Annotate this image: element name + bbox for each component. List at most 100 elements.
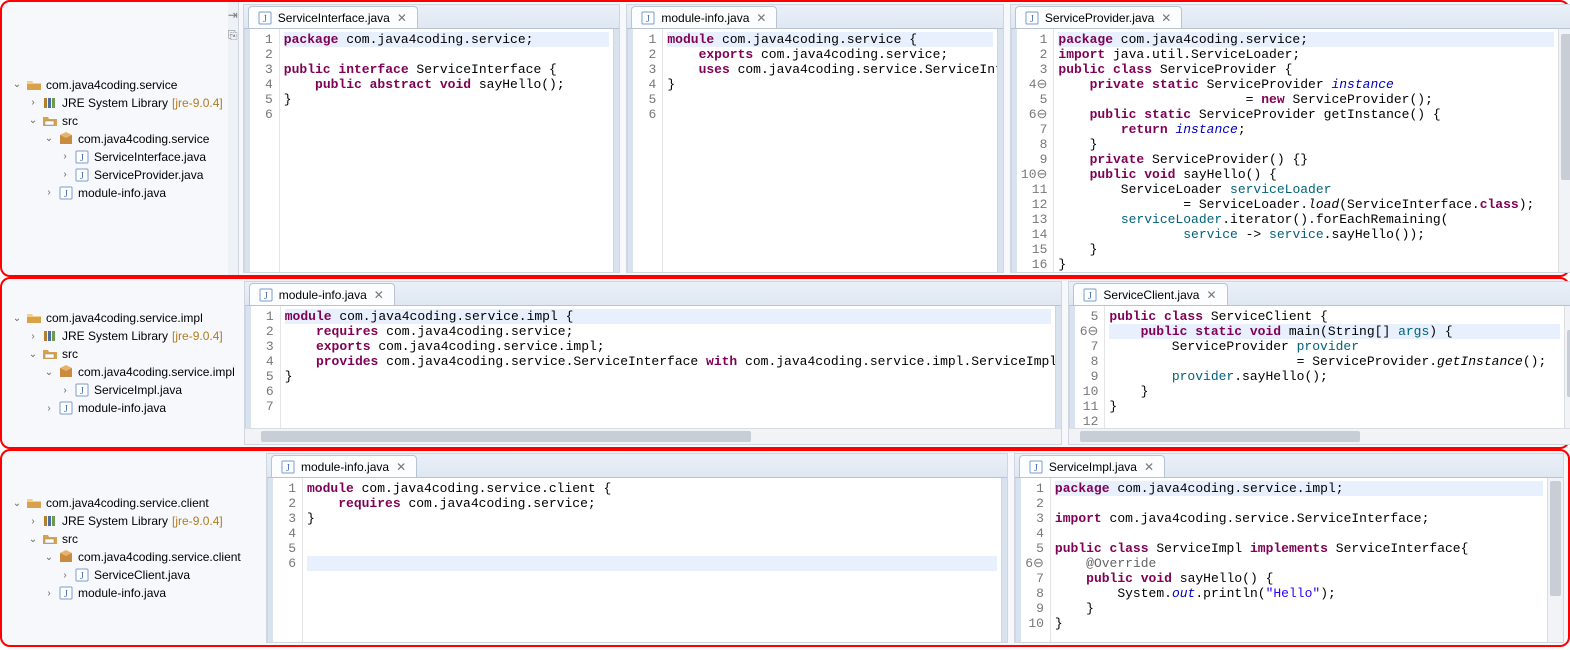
close-icon[interactable]: ✕ — [1159, 11, 1173, 25]
tree-module-file[interactable]: ›module-info.java — [44, 584, 257, 602]
link-editor-icon[interactable]: ⎘ — [228, 28, 238, 43]
code-line[interactable]: public class ServiceClient { — [1109, 309, 1559, 324]
code-line[interactable]: } — [1109, 399, 1559, 414]
code-line[interactable]: } — [1058, 137, 1554, 152]
code-line[interactable]: module com.java4coding.service { — [667, 32, 993, 47]
collapse-icon[interactable]: ⇥ — [228, 8, 238, 22]
code-line[interactable]: module com.java4coding.service.impl { — [285, 309, 1052, 324]
vertical-scrollbar[interactable] — [1547, 478, 1563, 642]
code-line[interactable]: requires com.java4coding.service; — [285, 324, 1052, 339]
code-content[interactable]: module com.java4coding.service.client { … — [303, 478, 1001, 642]
tree-package[interactable]: ⌄com.java4coding.service.impl — [44, 363, 235, 381]
tree-file[interactable]: ›ServiceProvider.java — [60, 166, 223, 184]
close-icon[interactable]: ✕ — [395, 11, 409, 25]
tree-src[interactable]: ⌄src — [28, 112, 223, 130]
tree-file[interactable]: ›ServiceInterface.java — [60, 148, 223, 166]
code-line[interactable] — [667, 92, 993, 107]
code-line[interactable]: = ServiceProvider.getInstance(); — [1109, 354, 1559, 369]
tree-jre[interactable]: ›JRE System Library [jre-9.0.4] — [28, 327, 235, 345]
close-icon[interactable]: ✕ — [754, 11, 768, 25]
code-line[interactable]: } — [1055, 616, 1543, 631]
tree-project[interactable]: ⌄com.java4coding.service — [12, 76, 223, 94]
tree-file[interactable]: ›ServiceImpl.java — [60, 381, 235, 399]
code-line[interactable]: = new ServiceProvider(); — [1058, 92, 1554, 107]
code-area[interactable]: 1234567 module com.java4coding.service.i… — [245, 306, 1062, 428]
code-line[interactable]: service -> service.sayHello()); — [1058, 227, 1554, 242]
code-line[interactable]: } — [1109, 384, 1559, 399]
code-line[interactable] — [285, 384, 1052, 399]
code-line[interactable]: requires com.java4coding.service; — [307, 496, 997, 511]
code-content[interactable]: public class ServiceClient { public stat… — [1105, 306, 1563, 428]
code-line[interactable]: } — [284, 92, 610, 107]
code-area[interactable]: 123456 package com.java4coding.service; … — [244, 29, 620, 272]
code-line[interactable]: ServiceLoader serviceLoader — [1058, 182, 1554, 197]
code-line[interactable] — [307, 526, 997, 541]
editor-tab[interactable]: ServiceProvider.java ✕ — [1015, 6, 1182, 28]
code-line[interactable]: public class ServiceImpl implements Serv… — [1055, 541, 1543, 556]
code-line[interactable]: exports com.java4coding.service.impl; — [285, 339, 1052, 354]
code-content[interactable]: module com.java4coding.service.impl { re… — [281, 306, 1056, 428]
code-line[interactable]: public interface ServiceInterface { — [284, 62, 610, 77]
editor-tab[interactable]: module-info.java ✕ — [249, 283, 395, 305]
code-line[interactable]: private ServiceProvider() {} — [1058, 152, 1554, 167]
editor-tab[interactable]: ServiceInterface.java ✕ — [248, 6, 418, 28]
tree-module-file[interactable]: ›module-info.java — [44, 184, 223, 202]
code-line[interactable]: package com.java4coding.service; — [1058, 32, 1554, 47]
tree-package[interactable]: ⌄com.java4coding.service — [44, 130, 223, 148]
code-line[interactable] — [667, 107, 993, 122]
close-icon[interactable]: ✕ — [1142, 460, 1156, 474]
code-line[interactable]: provider.sayHello(); — [1109, 369, 1559, 384]
editor-tab[interactable]: ServiceImpl.java ✕ — [1019, 455, 1165, 477]
code-line[interactable] — [1055, 526, 1543, 541]
code-line[interactable]: public void sayHello() { — [1055, 571, 1543, 586]
tree-package[interactable]: ⌄com.java4coding.service.client — [44, 548, 257, 566]
horizontal-scrollbar[interactable] — [1069, 428, 1570, 444]
tree-project[interactable]: ⌄com.java4coding.service.client — [12, 494, 257, 512]
code-line[interactable]: return instance; — [1058, 122, 1554, 137]
code-line[interactable]: package com.java4coding.service; — [284, 32, 610, 47]
horizontal-scrollbar[interactable] — [245, 428, 1062, 444]
code-area[interactable]: 123456 module com.java4coding.service { … — [627, 29, 1003, 272]
code-area[interactable]: 56⊖789101112 public class ServiceClient … — [1069, 306, 1570, 428]
code-line[interactable]: provides com.java4coding.service.Service… — [285, 354, 1052, 369]
tree-module-file[interactable]: ›module-info.java — [44, 399, 235, 417]
tree-file[interactable]: ›ServiceClient.java — [60, 566, 257, 584]
code-line[interactable]: private static ServiceProvider instance — [1058, 77, 1554, 92]
code-line[interactable]: package com.java4coding.service.impl; — [1055, 481, 1543, 496]
close-icon[interactable]: ✕ — [1204, 288, 1218, 302]
code-line[interactable]: System.out.println("Hello"); — [1055, 586, 1543, 601]
code-line[interactable]: public void sayHello() { — [1058, 167, 1554, 182]
tree-project[interactable]: ⌄com.java4coding.service.impl — [12, 309, 235, 327]
code-line[interactable]: public static ServiceProvider getInstanc… — [1058, 107, 1554, 122]
code-content[interactable]: package com.java4coding.service.impl; im… — [1051, 478, 1547, 642]
code-line[interactable]: } — [1058, 242, 1554, 257]
code-line[interactable]: import com.java4coding.service.ServiceIn… — [1055, 511, 1543, 526]
code-line[interactable]: @Override — [1055, 556, 1543, 571]
tree-src[interactable]: ⌄src — [28, 345, 235, 363]
code-line[interactable]: public class ServiceProvider { — [1058, 62, 1554, 77]
code-line[interactable] — [285, 399, 1052, 414]
tree-jre[interactable]: ›JRE System Library [jre-9.0.4] — [28, 512, 257, 530]
editor-tab[interactable]: module-info.java ✕ — [271, 455, 417, 477]
code-line[interactable]: ServiceProvider provider — [1109, 339, 1559, 354]
vertical-scrollbar[interactable] — [1564, 306, 1570, 428]
editor-tab[interactable]: ServiceClient.java ✕ — [1073, 283, 1227, 305]
code-line[interactable]: exports com.java4coding.service; — [667, 47, 993, 62]
tree-src[interactable]: ⌄src — [28, 530, 257, 548]
code-line[interactable] — [284, 47, 610, 62]
code-line[interactable]: } — [307, 511, 997, 526]
code-line[interactable] — [307, 556, 997, 571]
code-line[interactable]: serviceLoader.iterator().forEachRemainin… — [1058, 212, 1554, 227]
editor-tab[interactable]: module-info.java ✕ — [631, 6, 777, 28]
code-line[interactable] — [1109, 414, 1559, 428]
code-area[interactable]: 123456⊖78910 package com.java4coding.ser… — [1015, 478, 1563, 642]
code-area[interactable]: 123456 module com.java4coding.service.cl… — [267, 478, 1007, 642]
code-content[interactable]: package com.java4coding.service; public … — [280, 29, 614, 272]
close-icon[interactable]: ✕ — [372, 288, 386, 302]
code-line[interactable]: import java.util.ServiceLoader; — [1058, 47, 1554, 62]
tree-jre[interactable]: ›JRE System Library [jre-9.0.4] — [28, 94, 223, 112]
code-line[interactable]: } — [1055, 601, 1543, 616]
code-line[interactable]: } — [1058, 257, 1554, 272]
code-line[interactable] — [284, 107, 610, 122]
code-line[interactable]: } — [285, 369, 1052, 384]
